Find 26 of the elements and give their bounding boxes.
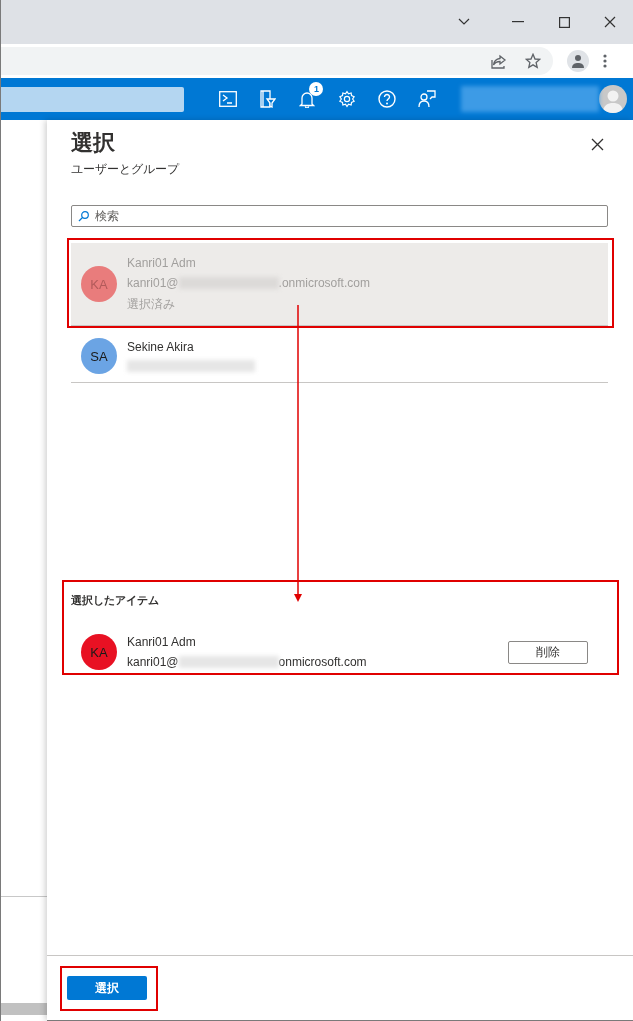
email-text: kanri01@ [127, 275, 179, 290]
email-text: .onmicrosoft.com [278, 275, 370, 290]
share-icon[interactable] [491, 53, 507, 69]
panel-title: 選択 [71, 129, 116, 157]
remove-button[interactable]: 削除 [508, 640, 588, 664]
user-name: Kanri01 Adm [127, 255, 197, 270]
email-text: onmicrosoft.com [278, 655, 367, 669]
user-avatar: SA [81, 338, 117, 374]
more-icon[interactable] [603, 54, 607, 68]
search-icon [78, 211, 89, 222]
scrollbar[interactable] [1, 1003, 47, 1015]
email-text: kanri01@ [127, 655, 179, 669]
select-button[interactable]: 選択 [67, 976, 147, 1000]
profile-icon[interactable] [567, 50, 589, 72]
avatar-icon[interactable] [599, 85, 627, 113]
user-name: Kanri01 Adm [127, 635, 197, 649]
user-avatar: KA [81, 634, 117, 670]
search-field[interactable]: 検索 [71, 205, 608, 227]
panel-subtitle: ユーザーとグループ [71, 162, 179, 176]
status-text: 選択済み [127, 295, 176, 313]
search-field[interactable] [1, 86, 184, 112]
section-heading: 選択したアイテム [71, 593, 160, 608]
notification-badge: 1 [309, 81, 324, 96]
star-icon[interactable] [525, 53, 541, 69]
user-name: Sekine Akira [127, 340, 195, 354]
bell-icon[interactable] [299, 90, 316, 108]
